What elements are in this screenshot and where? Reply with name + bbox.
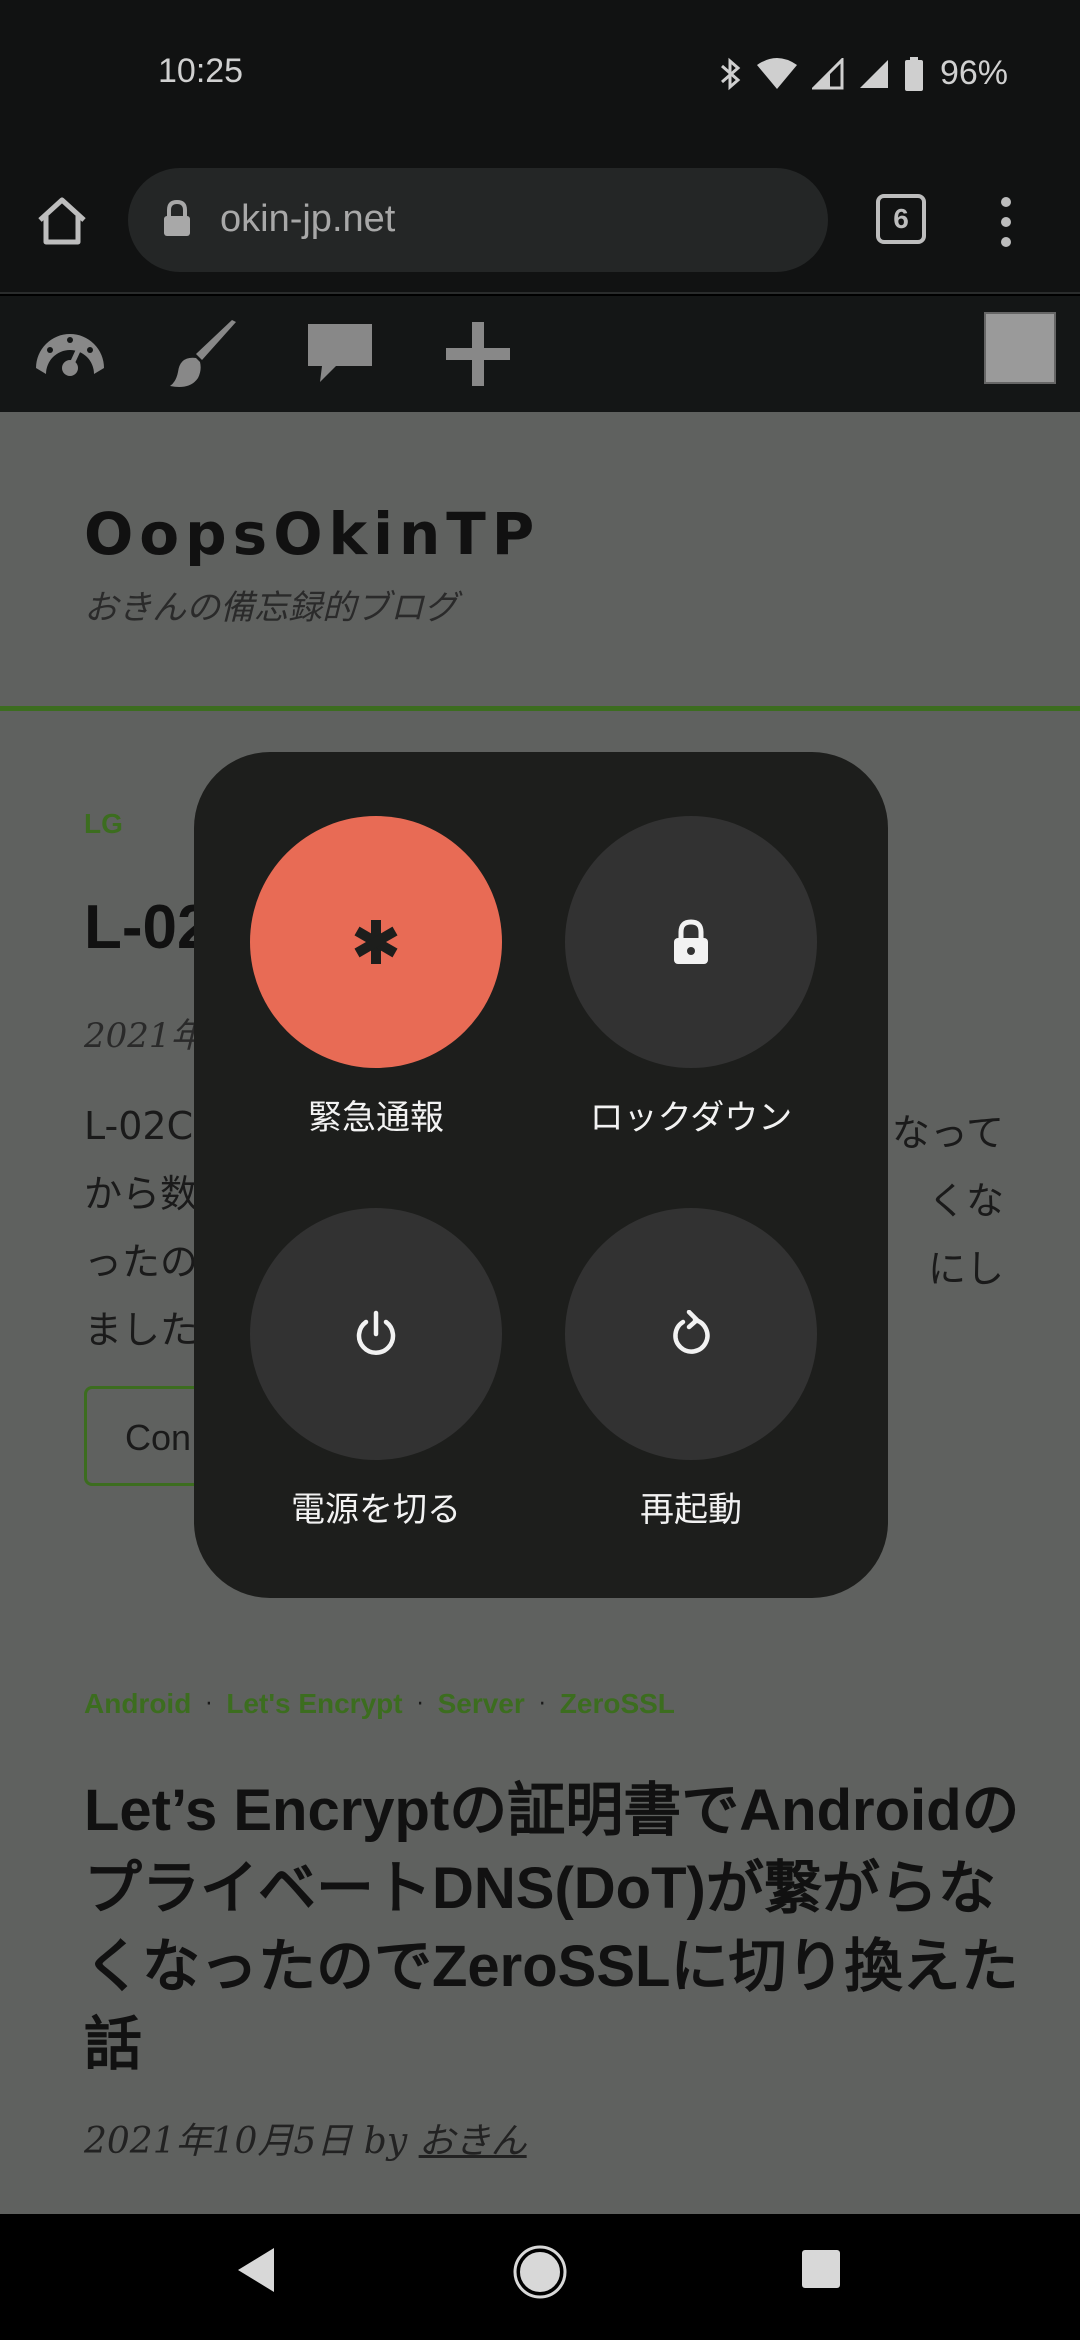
category-link[interactable]: Android — [84, 1688, 191, 1720]
admin-bar — [0, 296, 1080, 412]
site-description: おきんの備忘録的ブログ — [84, 588, 458, 628]
post-author[interactable]: おきん — [419, 2121, 527, 2162]
battery-icon — [904, 56, 923, 91]
power-off-label: 電源を切る — [291, 1490, 461, 1530]
lockdown-label: ロックダウン — [589, 1098, 793, 1138]
home-icon[interactable] — [34, 192, 90, 248]
tab-switcher-icon[interactable]: 6 — [876, 194, 926, 244]
power-menu-dialog: 緊急通報 ロックダウン 電源を切る 再起動 — [194, 752, 888, 1598]
category-separator: · — [205, 1691, 213, 1717]
emergency-call-button[interactable]: 緊急通報 — [226, 816, 526, 1139]
post-by: by — [363, 2121, 408, 2162]
back-icon[interactable] — [234, 2244, 278, 2296]
comments-icon[interactable] — [302, 316, 378, 392]
customize-brush-icon[interactable] — [166, 316, 242, 392]
category-link[interactable]: Server — [438, 1688, 525, 1720]
signal-icon — [811, 57, 844, 89]
category-link[interactable]: Let's Encrypt — [226, 1688, 402, 1720]
post-title[interactable]: L-02 — [84, 892, 211, 963]
lock-icon — [674, 919, 708, 964]
restart-circle[interactable] — [565, 1208, 817, 1460]
site-title[interactable]: OopsOkinTP — [84, 500, 540, 568]
status-icons: 96% — [718, 54, 1008, 93]
restart-button[interactable]: 再起動 — [541, 1208, 841, 1531]
status-bar: 10:25 96% — [0, 0, 1080, 150]
category-link[interactable]: ZeroSSL — [560, 1688, 675, 1720]
signal-icon — [859, 59, 888, 88]
post-meta: 2021年10月5日 by おきん — [84, 2112, 527, 2164]
battery-percent: 96% — [939, 54, 1008, 92]
url-bar[interactable]: okin-jp.net — [128, 168, 828, 272]
post-categories: Android · Let's Encrypt · Server · ZeroS… — [84, 1688, 675, 1720]
restart-icon — [673, 1310, 710, 1354]
power-off-button[interactable]: 電源を切る — [226, 1208, 526, 1531]
header-divider — [0, 706, 1080, 711]
dashboard-icon[interactable] — [32, 316, 108, 392]
power-icon — [356, 1310, 396, 1355]
emergency-call-label: 緊急通報 — [308, 1098, 444, 1138]
power-off-circle[interactable] — [250, 1208, 502, 1460]
url-text: okin-jp.net — [220, 198, 396, 240]
browser-toolbar: okin-jp.net 6 — [0, 150, 1080, 294]
wifi-icon — [756, 57, 797, 89]
post-category[interactable]: LG — [84, 808, 123, 840]
emergency-circle[interactable] — [250, 816, 502, 1068]
avatar[interactable] — [984, 312, 1056, 384]
lock-icon — [164, 200, 190, 236]
bluetooth-icon — [720, 57, 741, 90]
category-separator: · — [416, 1691, 424, 1717]
home-icon[interactable] — [512, 2244, 568, 2300]
category-separator: · — [538, 1691, 546, 1717]
lockdown-circle[interactable] — [565, 816, 817, 1068]
new-content-plus-icon[interactable] — [440, 316, 516, 392]
emergency-asterisk-icon — [354, 920, 398, 964]
system-nav-bar — [0, 2214, 1080, 2340]
post-date: 2021年 — [84, 1016, 205, 1056]
restart-label: 再起動 — [640, 1490, 742, 1530]
clock: 10:25 — [158, 52, 244, 90]
post-date: 2021年10月5日 — [84, 2121, 353, 2162]
post-title[interactable]: Let’s Encryptの証明書でAndroidのプライベートDNS(DoT)… — [84, 1772, 1024, 2084]
continue-reading-label: Con — [125, 1417, 192, 1458]
recents-icon[interactable] — [800, 2248, 842, 2290]
more-vert-icon[interactable] — [990, 194, 1022, 250]
lockdown-button[interactable]: ロックダウン — [541, 816, 841, 1139]
